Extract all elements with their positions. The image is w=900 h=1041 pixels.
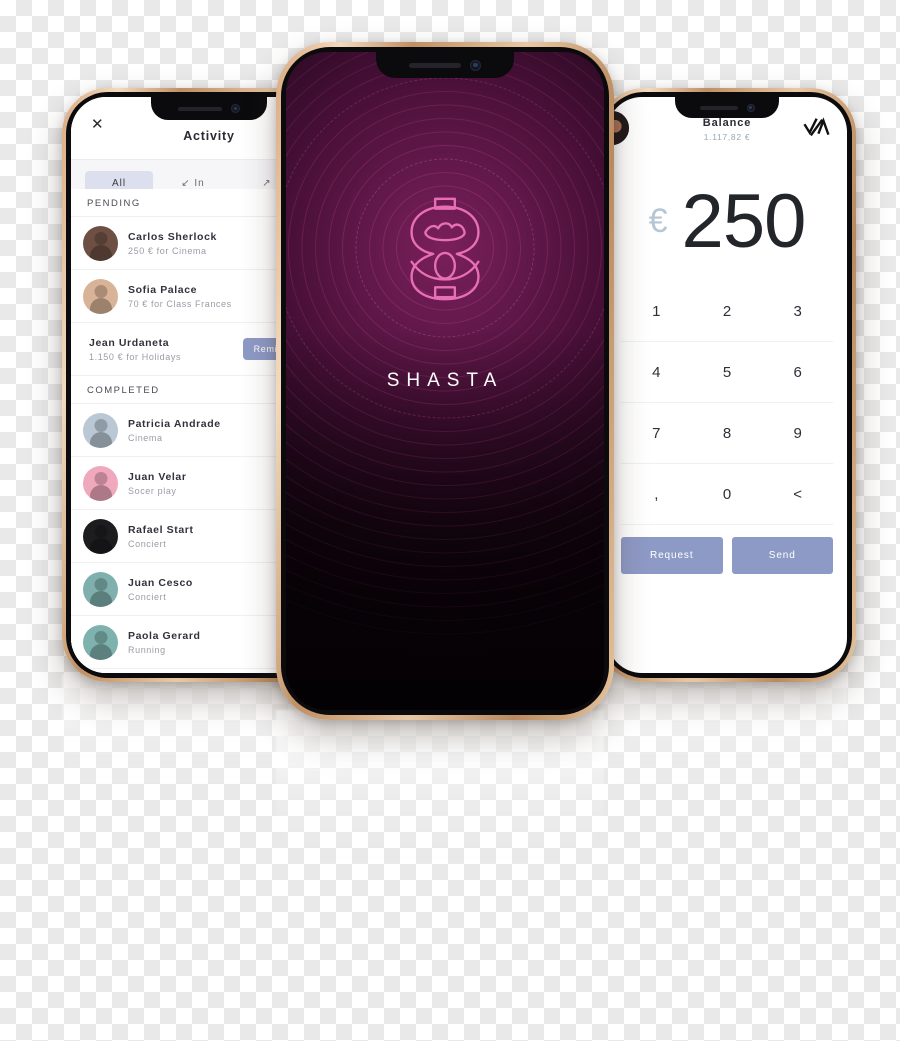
front-camera-icon: [746, 103, 755, 112]
amount-value: 250: [681, 178, 807, 264]
contact-detail: 70 € for Class Frances: [128, 298, 232, 309]
avatar: [83, 571, 118, 607]
contact-detail: 250 € for Cinema: [128, 245, 207, 256]
contact-name: Jean Urdaneta: [89, 336, 170, 349]
key-2[interactable]: 2: [691, 281, 763, 342]
phone-screen: SHASTA: [286, 52, 604, 710]
key-0[interactable]: 0: [691, 464, 763, 525]
key-1[interactable]: 1: [621, 281, 692, 342]
avatar: [83, 412, 118, 448]
key-decimal[interactable]: ,: [621, 464, 692, 525]
close-icon[interactable]: ✕: [91, 117, 104, 132]
arrow-out-icon: ↗: [262, 177, 272, 189]
contact-name: Sofia Palace: [128, 283, 198, 296]
speaker-grille-icon: [178, 106, 222, 111]
speaker-grille-icon: [409, 62, 461, 68]
key-backspace[interactable]: <: [762, 464, 833, 525]
amount-display: € 250: [607, 161, 847, 281]
avatar: [83, 624, 118, 660]
avatar: [83, 465, 118, 501]
mockup-stage: ✕ Activity All ↙ In ↗ PENDING Carlos She…: [0, 0, 900, 1041]
numeric-keypad: 1 2 3 4 5 6 7 8 9 , 0 <: [607, 281, 847, 525]
key-4[interactable]: 4: [621, 342, 692, 403]
key-6[interactable]: 6: [762, 342, 833, 403]
contact-detail: 1.150 € for Holidays: [89, 351, 182, 362]
center-phone-splash-screen: SHASTA: [276, 42, 614, 720]
key-8[interactable]: 8: [691, 403, 763, 464]
right-phone-reflection: [598, 674, 848, 794]
front-camera-icon: [470, 59, 481, 71]
phone-notch: [151, 97, 267, 120]
avatar: [83, 225, 118, 261]
key-5[interactable]: 5: [691, 342, 763, 403]
phone-screen: Balance 1.117,82 € € 250 1 2 3 4 5 6 7 8…: [607, 97, 847, 673]
send-button[interactable]: Send: [731, 537, 833, 574]
key-7[interactable]: 7: [621, 403, 692, 464]
speaker-grille-icon: [699, 105, 738, 110]
avatar: [83, 278, 118, 314]
phone-notch: [675, 97, 779, 118]
front-camera-icon: [231, 104, 240, 113]
concentric-rings-decoration: [286, 52, 604, 635]
shasta-monogram-icon[interactable]: [803, 117, 831, 139]
right-phone-send-money-screen: Balance 1.117,82 € € 250 1 2 3 4 5 6 7 8…: [598, 88, 856, 682]
contact-name: Carlos Sherlock: [128, 230, 217, 243]
currency-symbol: €: [648, 201, 668, 240]
phone-notch: [376, 52, 514, 78]
request-button[interactable]: Request: [621, 537, 723, 574]
key-9[interactable]: 9: [762, 403, 833, 464]
page-title: Activity: [183, 129, 235, 143]
avatar: [83, 518, 118, 554]
action-buttons: Request Send: [607, 525, 847, 574]
brand-name: SHASTA: [386, 370, 504, 391]
splash-background: SHASTA: [286, 52, 604, 710]
tab-in-label: In: [194, 177, 205, 189]
key-3[interactable]: 3: [762, 281, 833, 342]
shasta-mascot-logo-icon: [386, 189, 504, 307]
arrow-in-icon: ↙: [181, 177, 191, 189]
center-phone-reflection: [276, 710, 604, 860]
